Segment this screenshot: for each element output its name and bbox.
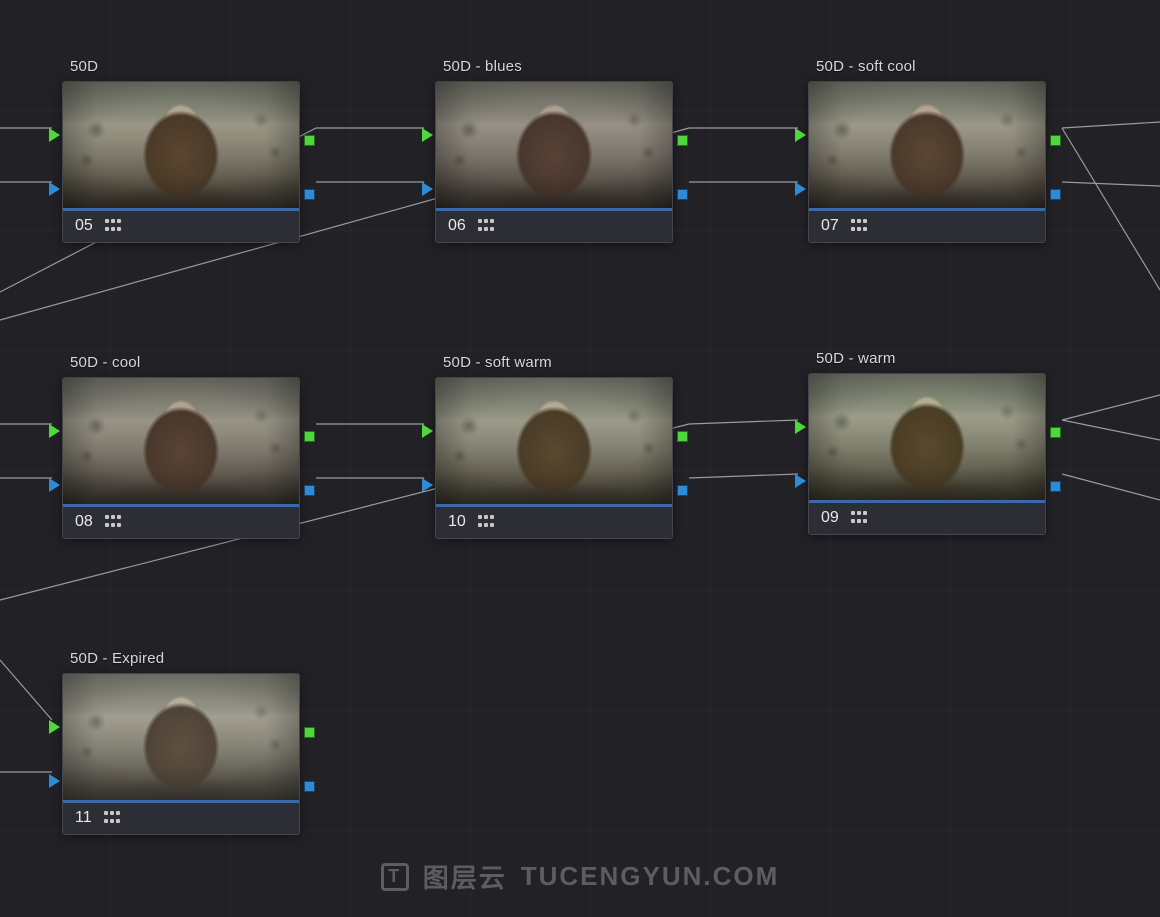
output-alpha-port[interactable] <box>677 485 688 496</box>
output-alpha-port[interactable] <box>304 781 315 792</box>
output-rgb-port[interactable] <box>304 135 315 146</box>
input-alpha-port[interactable] <box>49 478 60 492</box>
node-label: 50D - blues <box>443 58 673 75</box>
output-rgb-port[interactable] <box>1050 135 1061 146</box>
input-alpha-port[interactable] <box>795 474 806 488</box>
node-body[interactable]: 10 <box>435 377 673 539</box>
node-label: 50D - warm <box>816 350 1046 367</box>
input-rgb-port[interactable] <box>49 424 60 438</box>
input-rgb-port[interactable] <box>795 420 806 434</box>
input-rgb-port[interactable] <box>795 128 806 142</box>
input-rgb-port[interactable] <box>49 128 60 142</box>
input-rgb-port[interactable] <box>49 720 60 734</box>
input-rgb-port[interactable] <box>422 128 433 142</box>
node-label: 50D - soft warm <box>443 354 673 371</box>
node-label: 50D - soft cool <box>816 58 1046 75</box>
node-body[interactable]: 07 <box>808 81 1046 243</box>
output-rgb-port[interactable] <box>1050 427 1061 438</box>
watermark-text-cn: 图层云 <box>423 858 507 895</box>
node-50d-soft-cool[interactable]: 50D - soft cool 07 <box>808 58 1046 243</box>
output-rgb-port[interactable] <box>304 727 315 738</box>
input-alpha-port[interactable] <box>422 478 433 492</box>
output-rgb-port[interactable] <box>677 135 688 146</box>
input-alpha-port[interactable] <box>422 182 433 196</box>
output-alpha-port[interactable] <box>1050 481 1061 492</box>
node-body[interactable]: 09 <box>808 373 1046 535</box>
node-50d-expired[interactable]: 50D - Expired 11 <box>62 650 300 835</box>
node-50d[interactable]: 50D 05 <box>62 58 300 243</box>
output-alpha-port[interactable] <box>304 189 315 200</box>
node-50d-blues[interactable]: 50D - blues 06 <box>435 58 673 243</box>
output-rgb-port[interactable] <box>304 431 315 442</box>
input-alpha-port[interactable] <box>795 182 806 196</box>
watermark: T 图层云 TUCENGYUN.COM <box>0 858 1160 895</box>
node-50d-warm[interactable]: 50D - warm 09 <box>808 350 1046 535</box>
node-label: 50D <box>70 58 300 75</box>
node-body[interactable]: 08 <box>62 377 300 539</box>
input-rgb-port[interactable] <box>422 424 433 438</box>
watermark-text-en: TUCENGYUN.COM <box>521 861 780 892</box>
node-body[interactable]: 11 <box>62 673 300 835</box>
input-alpha-port[interactable] <box>49 182 60 196</box>
watermark-logo-icon: T <box>381 863 409 891</box>
node-50d-cool[interactable]: 50D - cool 08 <box>62 354 300 539</box>
output-alpha-port[interactable] <box>304 485 315 496</box>
node-body[interactable]: 06 <box>435 81 673 243</box>
node-body[interactable]: 05 <box>62 81 300 243</box>
node-50d-soft-warm[interactable]: 50D - soft warm 10 <box>435 354 673 539</box>
node-label: 50D - cool <box>70 354 300 371</box>
output-rgb-port[interactable] <box>677 431 688 442</box>
node-label: 50D - Expired <box>70 650 300 667</box>
output-alpha-port[interactable] <box>1050 189 1061 200</box>
input-alpha-port[interactable] <box>49 774 60 788</box>
output-alpha-port[interactable] <box>677 189 688 200</box>
